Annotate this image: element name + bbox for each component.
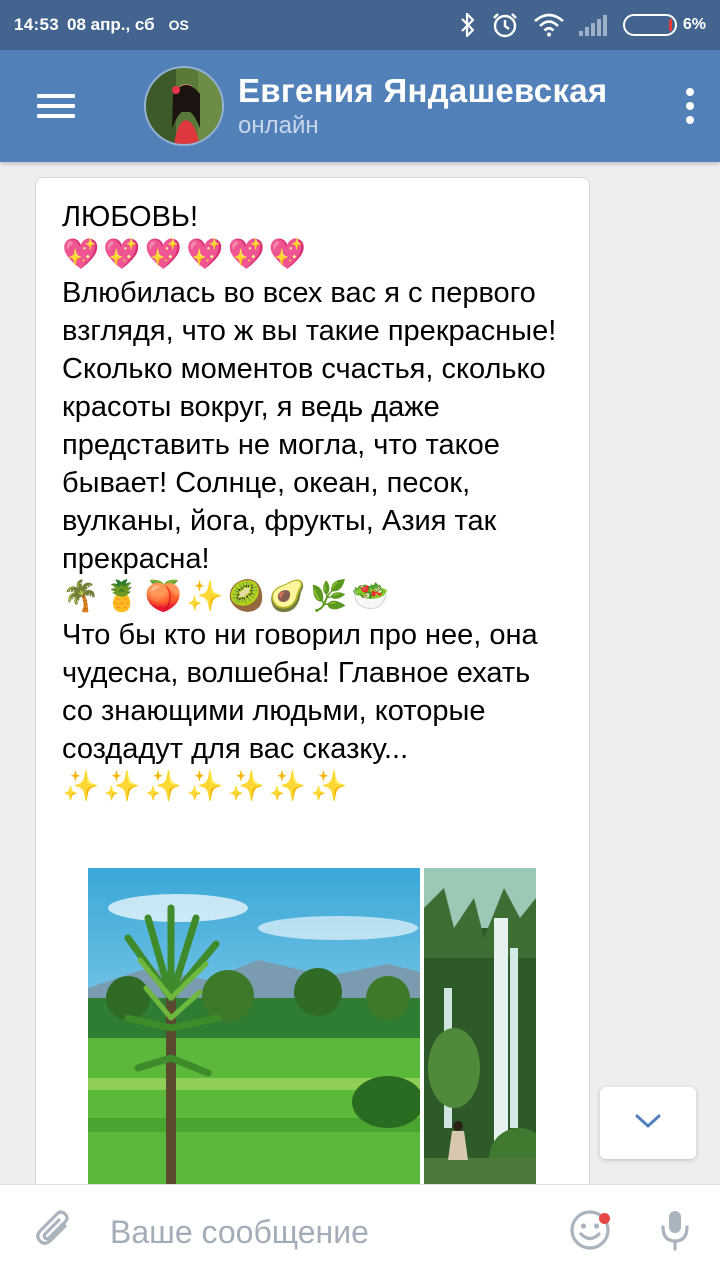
- sparkles-emoji: ✨: [186, 579, 224, 614]
- bluetooth-icon: [459, 12, 477, 38]
- heart-emoji: 💖: [144, 237, 183, 272]
- message-feed[interactable]: ЛЮБОВЬ! 💖 💖 💖 💖 💖 💖 Влюбилась во всех ва…: [0, 162, 720, 1184]
- palm-tree-emoji: 🌴: [62, 579, 100, 614]
- tropical-emoji-row: 🌴 🍍 🍑 ✨ 🥝 🥑 🌿 🥗: [62, 578, 563, 616]
- sparkles-emoji: ✨: [310, 769, 348, 804]
- contact-name[interactable]: Евгения Яндашевская: [238, 72, 608, 110]
- more-icon: [686, 88, 694, 96]
- heart-emoji: 💖: [268, 237, 307, 272]
- sparkles-emoji: ✨: [103, 769, 141, 804]
- battery-indicator: 6%: [622, 14, 706, 36]
- message-heading: ЛЮБОВЬ!: [62, 201, 199, 233]
- scroll-down-button[interactable]: [600, 1087, 696, 1159]
- status-bar: 14:53 08 апр., сб OS 6%: [0, 0, 720, 50]
- chat-header: Евгения Яндашевская онлайн: [0, 50, 720, 162]
- kiwi-emoji: 🥝: [227, 579, 265, 614]
- menu-icon: [37, 88, 75, 124]
- menu-button[interactable]: [0, 50, 112, 162]
- signal-icon: [578, 14, 609, 36]
- battery-icon: [622, 14, 677, 36]
- os-indicator: OS: [168, 17, 189, 33]
- sparkles-emoji: ✨: [268, 769, 307, 804]
- sparkles-emoji: ✨: [186, 769, 224, 804]
- peach-emoji: 🍑: [144, 579, 183, 614]
- paperclip-icon: [35, 1208, 75, 1257]
- message-paragraph: Что бы кто ни говорил про нее, она чудес…: [62, 619, 538, 765]
- wifi-icon: [533, 13, 565, 37]
- notification-dot: [599, 1212, 610, 1224]
- more-options-button[interactable]: [660, 50, 720, 162]
- photo-rice-field[interactable]: [88, 868, 420, 1184]
- microphone-icon: [660, 1209, 690, 1256]
- avatar[interactable]: [144, 66, 224, 146]
- herb-emoji: 🌿: [310, 579, 348, 614]
- heart-emoji: 💖: [103, 237, 141, 272]
- voice-message-button[interactable]: [630, 1185, 720, 1280]
- alarm-icon: [491, 11, 519, 39]
- heart-emoji: 💖: [227, 237, 265, 272]
- sparkles-emoji: ✨: [62, 769, 100, 804]
- message-paragraph: Влюбилась во всех вас я с первого взгляд…: [62, 277, 557, 575]
- pineapple-emoji: 🍍: [103, 579, 141, 614]
- hearts-row: 💖 💖 💖 💖 💖 💖: [62, 236, 563, 274]
- status-date: 08 апр., сб: [66, 15, 155, 34]
- status-time: 14:53: [14, 15, 59, 34]
- sparkles-emoji: ✨: [227, 769, 265, 804]
- heart-emoji: 💖: [62, 237, 100, 272]
- sparkles-row: ✨ ✨ ✨ ✨ ✨ ✨ ✨: [62, 768, 563, 806]
- message-input[interactable]: [110, 1214, 550, 1251]
- emoji-button[interactable]: [550, 1185, 630, 1280]
- photo-waterfall[interactable]: [424, 868, 536, 1184]
- attach-button[interactable]: [0, 1185, 110, 1280]
- chevron-down-icon: [634, 1112, 662, 1135]
- salad-emoji: 🥗: [351, 579, 389, 614]
- message-composer: [0, 1184, 720, 1280]
- sparkles-emoji: ✨: [144, 769, 183, 804]
- heart-emoji: 💖: [186, 237, 224, 272]
- message-bubble[interactable]: ЛЮБОВЬ! 💖 💖 💖 💖 💖 💖 Влюбилась во всех ва…: [35, 177, 590, 1184]
- battery-percent: 6%: [682, 16, 706, 33]
- contact-status: онлайн: [238, 112, 319, 139]
- photo-attachments: [88, 868, 538, 1184]
- avocado-emoji: 🥑: [268, 579, 307, 614]
